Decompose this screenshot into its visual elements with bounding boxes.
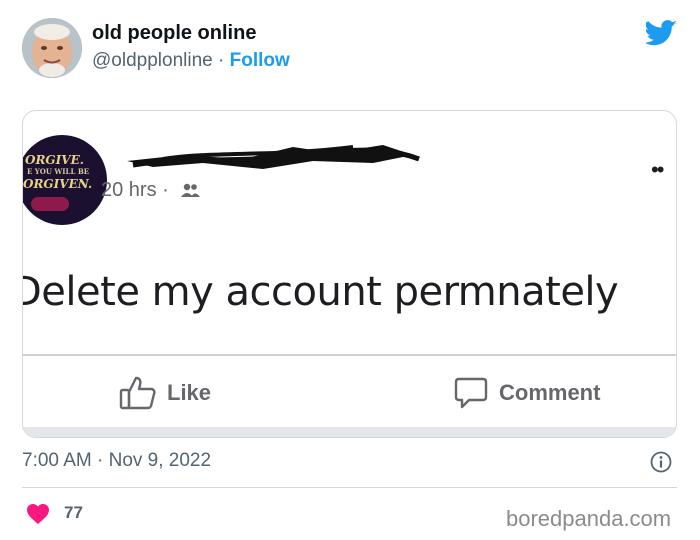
separator-dot: · bbox=[162, 179, 169, 201]
card-bottom-bar bbox=[23, 427, 676, 437]
twitter-bird-icon[interactable] bbox=[644, 20, 678, 46]
thumbs-up-icon bbox=[119, 376, 156, 410]
comment-label: Comment bbox=[499, 380, 601, 405]
follow-button[interactable]: Follow bbox=[230, 50, 290, 71]
post-time: 20 hrs bbox=[101, 179, 157, 201]
avatar-heart-banner bbox=[31, 197, 69, 211]
like-action: Like bbox=[119, 373, 211, 413]
tweet-timestamp[interactable]: 7:00 AM · Nov 9, 2022 bbox=[22, 450, 211, 472]
avatar-text-line: ORGIVE. bbox=[25, 153, 84, 167]
watermark: boredpanda.com bbox=[506, 506, 672, 531]
more-options-icon: •• bbox=[651, 157, 664, 182]
like-count[interactable]: 77 bbox=[64, 503, 83, 523]
display-name[interactable]: old people online bbox=[92, 22, 256, 45]
heart-icon[interactable] bbox=[26, 503, 50, 525]
comment-action: Comment bbox=[453, 373, 600, 413]
avatar-text-line: E YOU WILL BE bbox=[27, 167, 90, 176]
redacted-name-scribble bbox=[127, 145, 420, 169]
facebook-profile-avatar: ORGIVE. E YOU WILL BE ORGIVEN. bbox=[23, 135, 107, 225]
friends-icon bbox=[181, 183, 201, 197]
avatar-text-line: ORGIVEN. bbox=[23, 177, 93, 191]
info-icon[interactable] bbox=[650, 451, 672, 473]
like-label: Like bbox=[167, 380, 212, 405]
comment-icon bbox=[454, 377, 488, 409]
user-handle[interactable]: @oldpplonline bbox=[92, 50, 213, 71]
handle-row: @oldpplonline · Follow bbox=[92, 50, 290, 72]
separator-dot: · bbox=[218, 50, 225, 71]
post-meta: 20 hrs · bbox=[101, 179, 202, 202]
divider bbox=[23, 354, 676, 356]
profile-avatar[interactable] bbox=[22, 18, 82, 78]
divider bbox=[22, 487, 677, 488]
post-text: Delete my account permnately bbox=[22, 269, 619, 315]
embedded-image-card[interactable]: ORGIVE. E YOU WILL BE ORGIVEN. 20 hrs · … bbox=[22, 110, 677, 438]
